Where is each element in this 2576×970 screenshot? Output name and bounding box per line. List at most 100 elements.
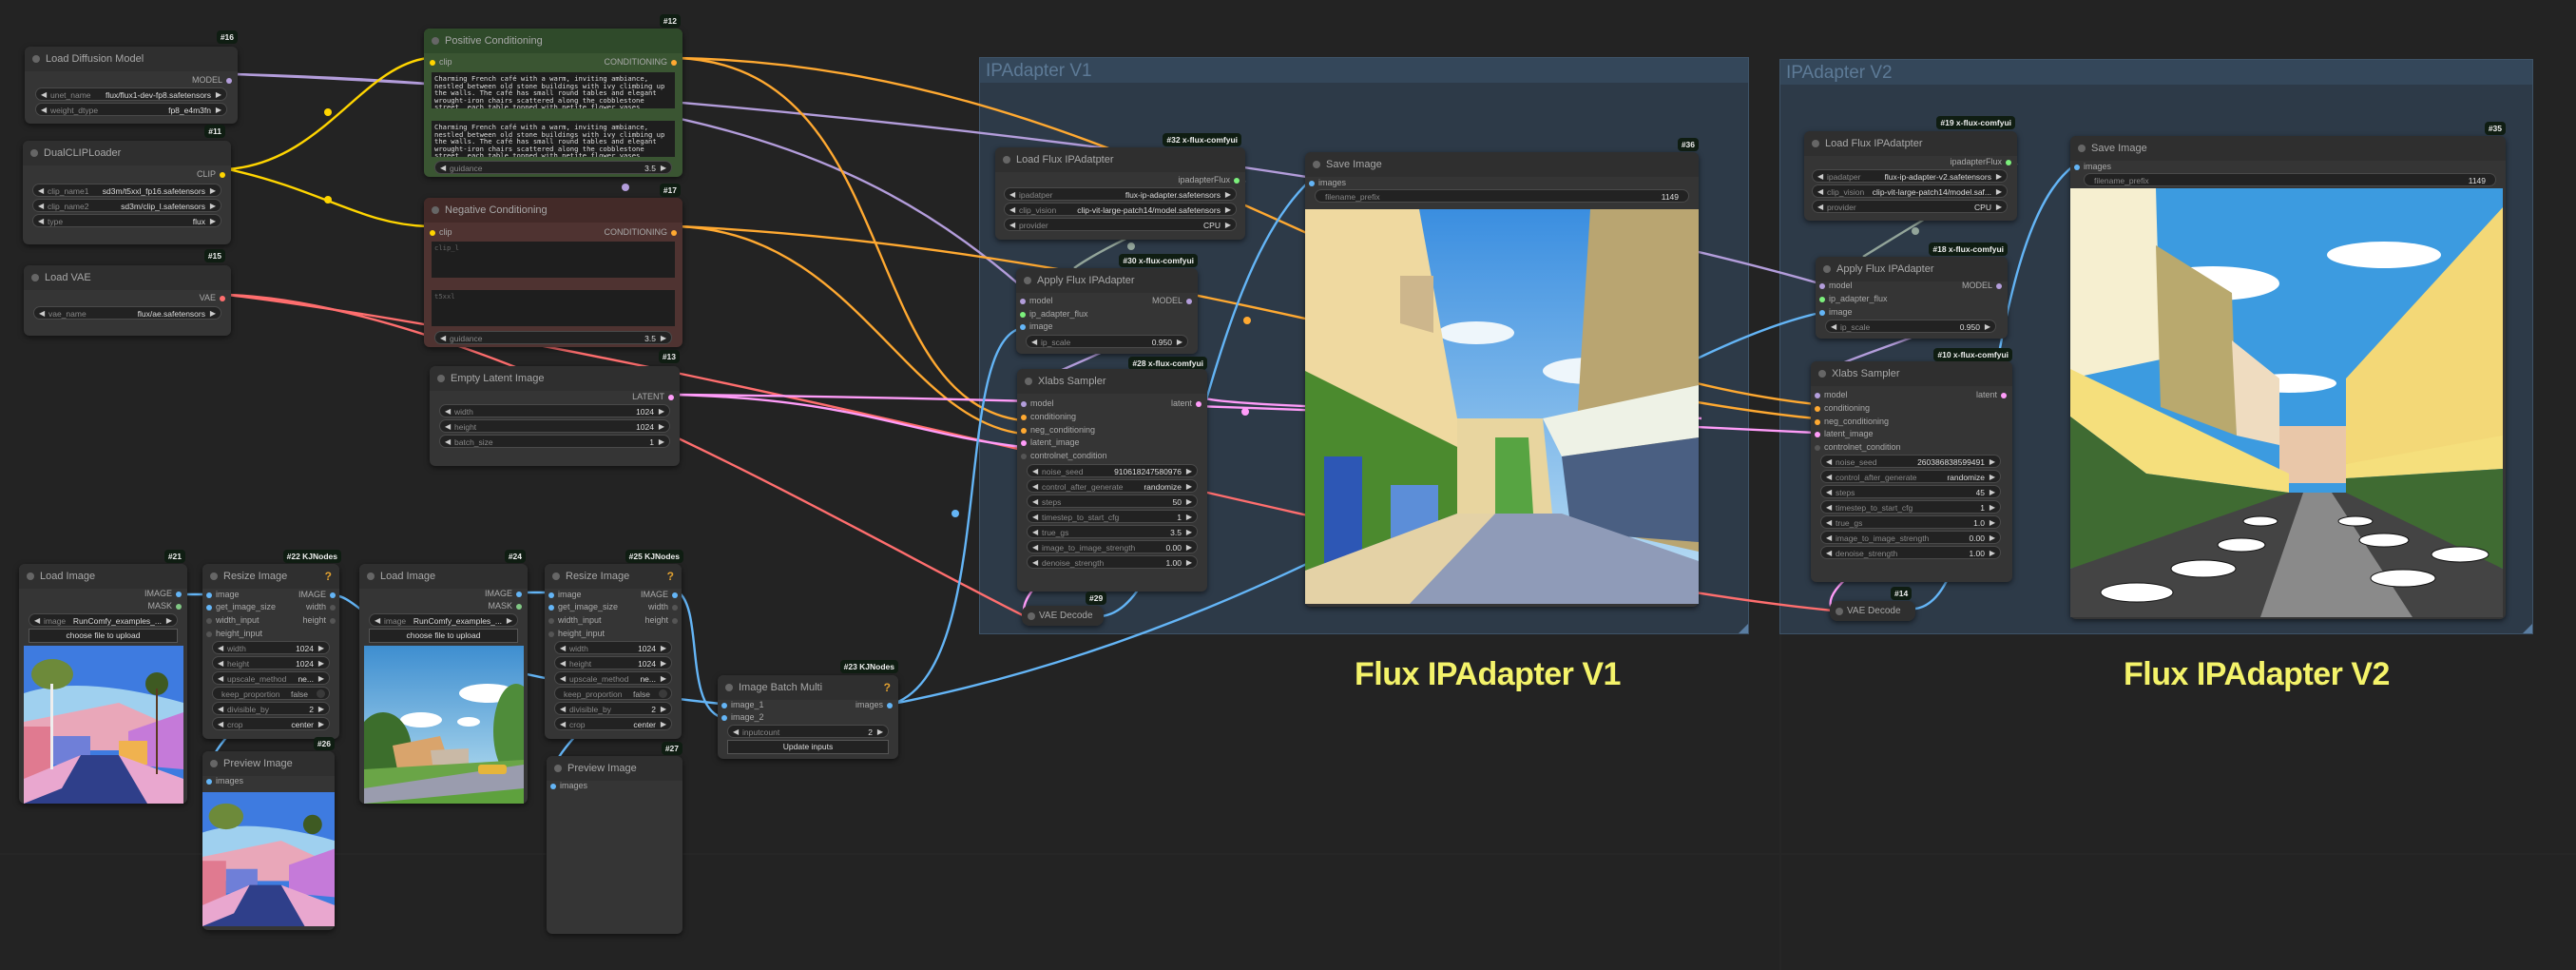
widget-filename-prefix[interactable]: filename_prefix 1149 <box>1315 189 1689 203</box>
group-resize-handle[interactable] <box>1739 624 1748 633</box>
node-load-flux-ipadapter-v1[interactable]: #32 x-flux-comfyui Load Flux IPAdatpter … <box>995 133 1245 240</box>
input-width-input[interactable]: width_input <box>545 614 602 626</box>
input-clip[interactable]: clip <box>426 56 452 68</box>
input-images[interactable]: images <box>202 775 243 786</box>
widget-unet-name[interactable]: ◀ unet_name flux/flux1-dev-fp8.safetensors… <box>35 87 227 101</box>
widget-clip-vision[interactable]: ◀ clip_vision clip-vit-large-patch14/model… <box>1812 184 2008 198</box>
widget-steps[interactable]: ◀ steps 50 ▶ <box>1027 495 1198 508</box>
input-width-input[interactable]: width_input <box>202 614 260 626</box>
widget-upscale-method[interactable]: ◀ upscale_method ne... ▶ <box>554 671 672 685</box>
widget-noise-seed[interactable]: ◀ noise_seed 910618247580976 ▶ <box>1027 464 1198 477</box>
widget-clip-name2[interactable]: ◀ clip_name2 sd3m/clip_l.safetensors ▶ <box>32 199 221 212</box>
collapse-dot[interactable] <box>432 206 439 214</box>
widget-control-after-generate[interactable]: ◀ control_after_generate randomize ▶ <box>1027 479 1198 493</box>
node-xlabs-sampler-v1[interactable]: #28 x-flux-comfyui Xlabs Sampler model c… <box>1017 357 1207 592</box>
node-apply-flux-ipadapter-v2[interactable]: #18 x-flux-comfyui Apply Flux IPAdapter … <box>1816 242 2008 339</box>
collapse-dot[interactable] <box>432 37 439 45</box>
widget-height[interactable]: ◀ height 1024 ▶ <box>439 419 670 433</box>
input-neg-conditioning[interactable]: neg_conditioning <box>1017 424 1095 436</box>
output-latent[interactable]: latent <box>1171 398 1205 409</box>
widget-batch-size[interactable]: ◀ batch_size 1 ▶ <box>439 435 670 448</box>
input-controlnet-condition[interactable]: controlnet_condition <box>1811 441 1901 453</box>
input-conditioning[interactable]: conditioning <box>1017 411 1076 422</box>
output-width[interactable]: width <box>306 601 339 612</box>
node-load-image-2[interactable]: #24 Load Image IMAGE MASK ◀ image RunComfy… <box>359 550 528 804</box>
widget-steps[interactable]: ◀ steps 45 ▶ <box>1820 485 2001 498</box>
widget-guidance[interactable]: ◀ guidance 3.5 ▶ <box>434 161 672 174</box>
output-image[interactable]: IMAGE <box>144 588 185 599</box>
output-vae[interactable]: VAE <box>200 292 229 303</box>
collapse-dot[interactable] <box>31 274 39 281</box>
widget-width[interactable]: ◀ width 1024 ▶ <box>554 641 672 654</box>
node-negative-conditioning[interactable]: #17 Negative Conditioning clip CONDITION… <box>424 184 682 347</box>
input-height-input[interactable]: height_input <box>202 628 262 639</box>
collapse-dot[interactable] <box>1003 156 1010 164</box>
collapse-dot[interactable] <box>552 572 560 580</box>
input-model[interactable]: model <box>1017 398 1054 409</box>
widget-ipadapter-model[interactable]: ◀ ipadatper flux-ip-adapter.safetensors ▶ <box>1004 187 1237 201</box>
clip-l-textarea[interactable]: clip_l <box>432 242 675 278</box>
node-load-diffusion-model[interactable]: #16 Load Diffusion Model MODEL ◀ unet_nam… <box>25 30 238 124</box>
collapse-dot[interactable] <box>554 765 562 772</box>
widget-ip-scale[interactable]: ◀ ip_scale 0.950 ▶ <box>1026 335 1188 348</box>
widget-width[interactable]: ◀ width 1024 ▶ <box>439 404 670 417</box>
widget-clip-vision[interactable]: ◀ clip_vision clip-vit-large-patch14/model… <box>1004 203 1237 216</box>
collapse-dot[interactable] <box>1836 608 1843 615</box>
output-image[interactable] <box>1305 209 1699 604</box>
collapse-dot[interactable] <box>32 55 40 63</box>
output-latent[interactable]: latent <box>1976 389 2010 400</box>
group-title[interactable]: IPAdapter V1 <box>980 58 1748 83</box>
node-save-image-v1[interactable]: #36 Save Image images filename_prefix 114… <box>1305 138 1699 607</box>
node-positive-conditioning[interactable]: #12 Positive Conditioning clip CONDITION… <box>424 14 682 177</box>
output-conditioning[interactable]: CONDITIONING <box>605 56 682 68</box>
upload-button[interactable]: choose file to upload <box>29 629 178 643</box>
input-neg-conditioning[interactable]: neg_conditioning <box>1811 416 1889 427</box>
output-latent[interactable]: LATENT <box>632 391 678 402</box>
toggle-keep-proportion[interactable]: keep_proportion false <box>212 687 330 700</box>
canvas-label-v1[interactable]: Flux IPAdapter V1 <box>1355 656 1621 693</box>
group-resize-handle[interactable] <box>2523 624 2532 633</box>
output-model[interactable]: MODEL <box>1962 280 2006 291</box>
input-image-1[interactable]: image_1 <box>718 699 764 710</box>
output-image[interactable]: IMAGE <box>298 589 339 600</box>
node-resize-image-1[interactable]: #22 KJNodes Resize Image? image get_imag… <box>202 550 341 739</box>
input-image[interactable]: image <box>202 589 240 600</box>
input-conditioning[interactable]: conditioning <box>1811 402 1870 414</box>
widget-clip-name1[interactable]: ◀ clip_name1 sd3m/t5xxl_fp16.safetensors ▶ <box>32 184 221 197</box>
widget-control-after-generate[interactable]: ◀ control_after_generate randomize ▶ <box>1820 470 2001 483</box>
input-model[interactable]: model <box>1016 295 1053 306</box>
input-latent-image[interactable]: latent_image <box>1811 428 1874 439</box>
widget-image-file[interactable]: ◀ image RunComfy_examples_... ▶ <box>29 613 178 627</box>
canvas-label-v2[interactable]: Flux IPAdapter V2 <box>2124 656 2390 693</box>
node-image-batch-multi[interactable]: #23 KJNodes Image Batch Multi? image_1 i… <box>718 660 898 759</box>
widget-weight-dtype[interactable]: ◀ weight_dtype fp8_e4m3fn ▶ <box>35 103 227 116</box>
output-images[interactable]: images <box>855 699 896 710</box>
output-conditioning[interactable]: CONDITIONING <box>605 226 682 238</box>
node-preview-image-1[interactable]: #26 Preview Image images <box>202 737 335 930</box>
input-image-2[interactable]: image_2 <box>718 711 764 723</box>
collapse-dot[interactable] <box>2078 145 2086 152</box>
t5xxl-textarea[interactable]: t5xxl <box>432 290 675 326</box>
widget-timestep-to-start-cfg[interactable]: ◀ timestep_to_start_cfg 1 ▶ <box>1027 510 1198 523</box>
widget-upscale-method[interactable]: ◀ upscale_method ne... ▶ <box>212 671 330 685</box>
collapse-dot[interactable] <box>725 684 733 691</box>
node-vae-decode-v1[interactable]: #29 VAE Decode <box>1022 592 1107 626</box>
collapse-dot[interactable] <box>210 760 218 767</box>
widget-inputcount[interactable]: ◀ inputcount 2 ▶ <box>727 725 889 738</box>
input-model[interactable]: model <box>1811 389 1848 400</box>
output-width[interactable]: width <box>648 601 682 612</box>
widget-height[interactable]: ◀ height 1024 ▶ <box>212 656 330 669</box>
node-dual-clip-loader[interactable]: #11 DualCLIPLoader CLIP ◀ clip_name1 sd3m/… <box>23 125 231 244</box>
output-mask[interactable]: MASK <box>147 600 185 611</box>
widget-crop[interactable]: ◀ crop center ▶ <box>554 717 672 730</box>
input-image[interactable]: image <box>545 589 582 600</box>
collapse-dot[interactable] <box>30 149 38 157</box>
output-clip[interactable]: CLIP <box>197 168 229 180</box>
widget-filename-prefix[interactable]: filename_prefix 1149 <box>2084 173 2496 186</box>
update-inputs-button[interactable]: Update inputs <box>727 740 889 754</box>
node-load-image-1[interactable]: #21 Load Image IMAGE MASK ◀ image RunComfy… <box>19 550 187 804</box>
widget-type[interactable]: ◀ type flux ▶ <box>32 214 221 227</box>
output-mask[interactable]: MASK <box>488 600 526 611</box>
widget-denoise-strength[interactable]: ◀ denoise_strength 1.00 ▶ <box>1820 546 2001 559</box>
node-save-image-v2[interactable]: #35 Save Image images filename_prefix 114… <box>2070 122 2506 619</box>
